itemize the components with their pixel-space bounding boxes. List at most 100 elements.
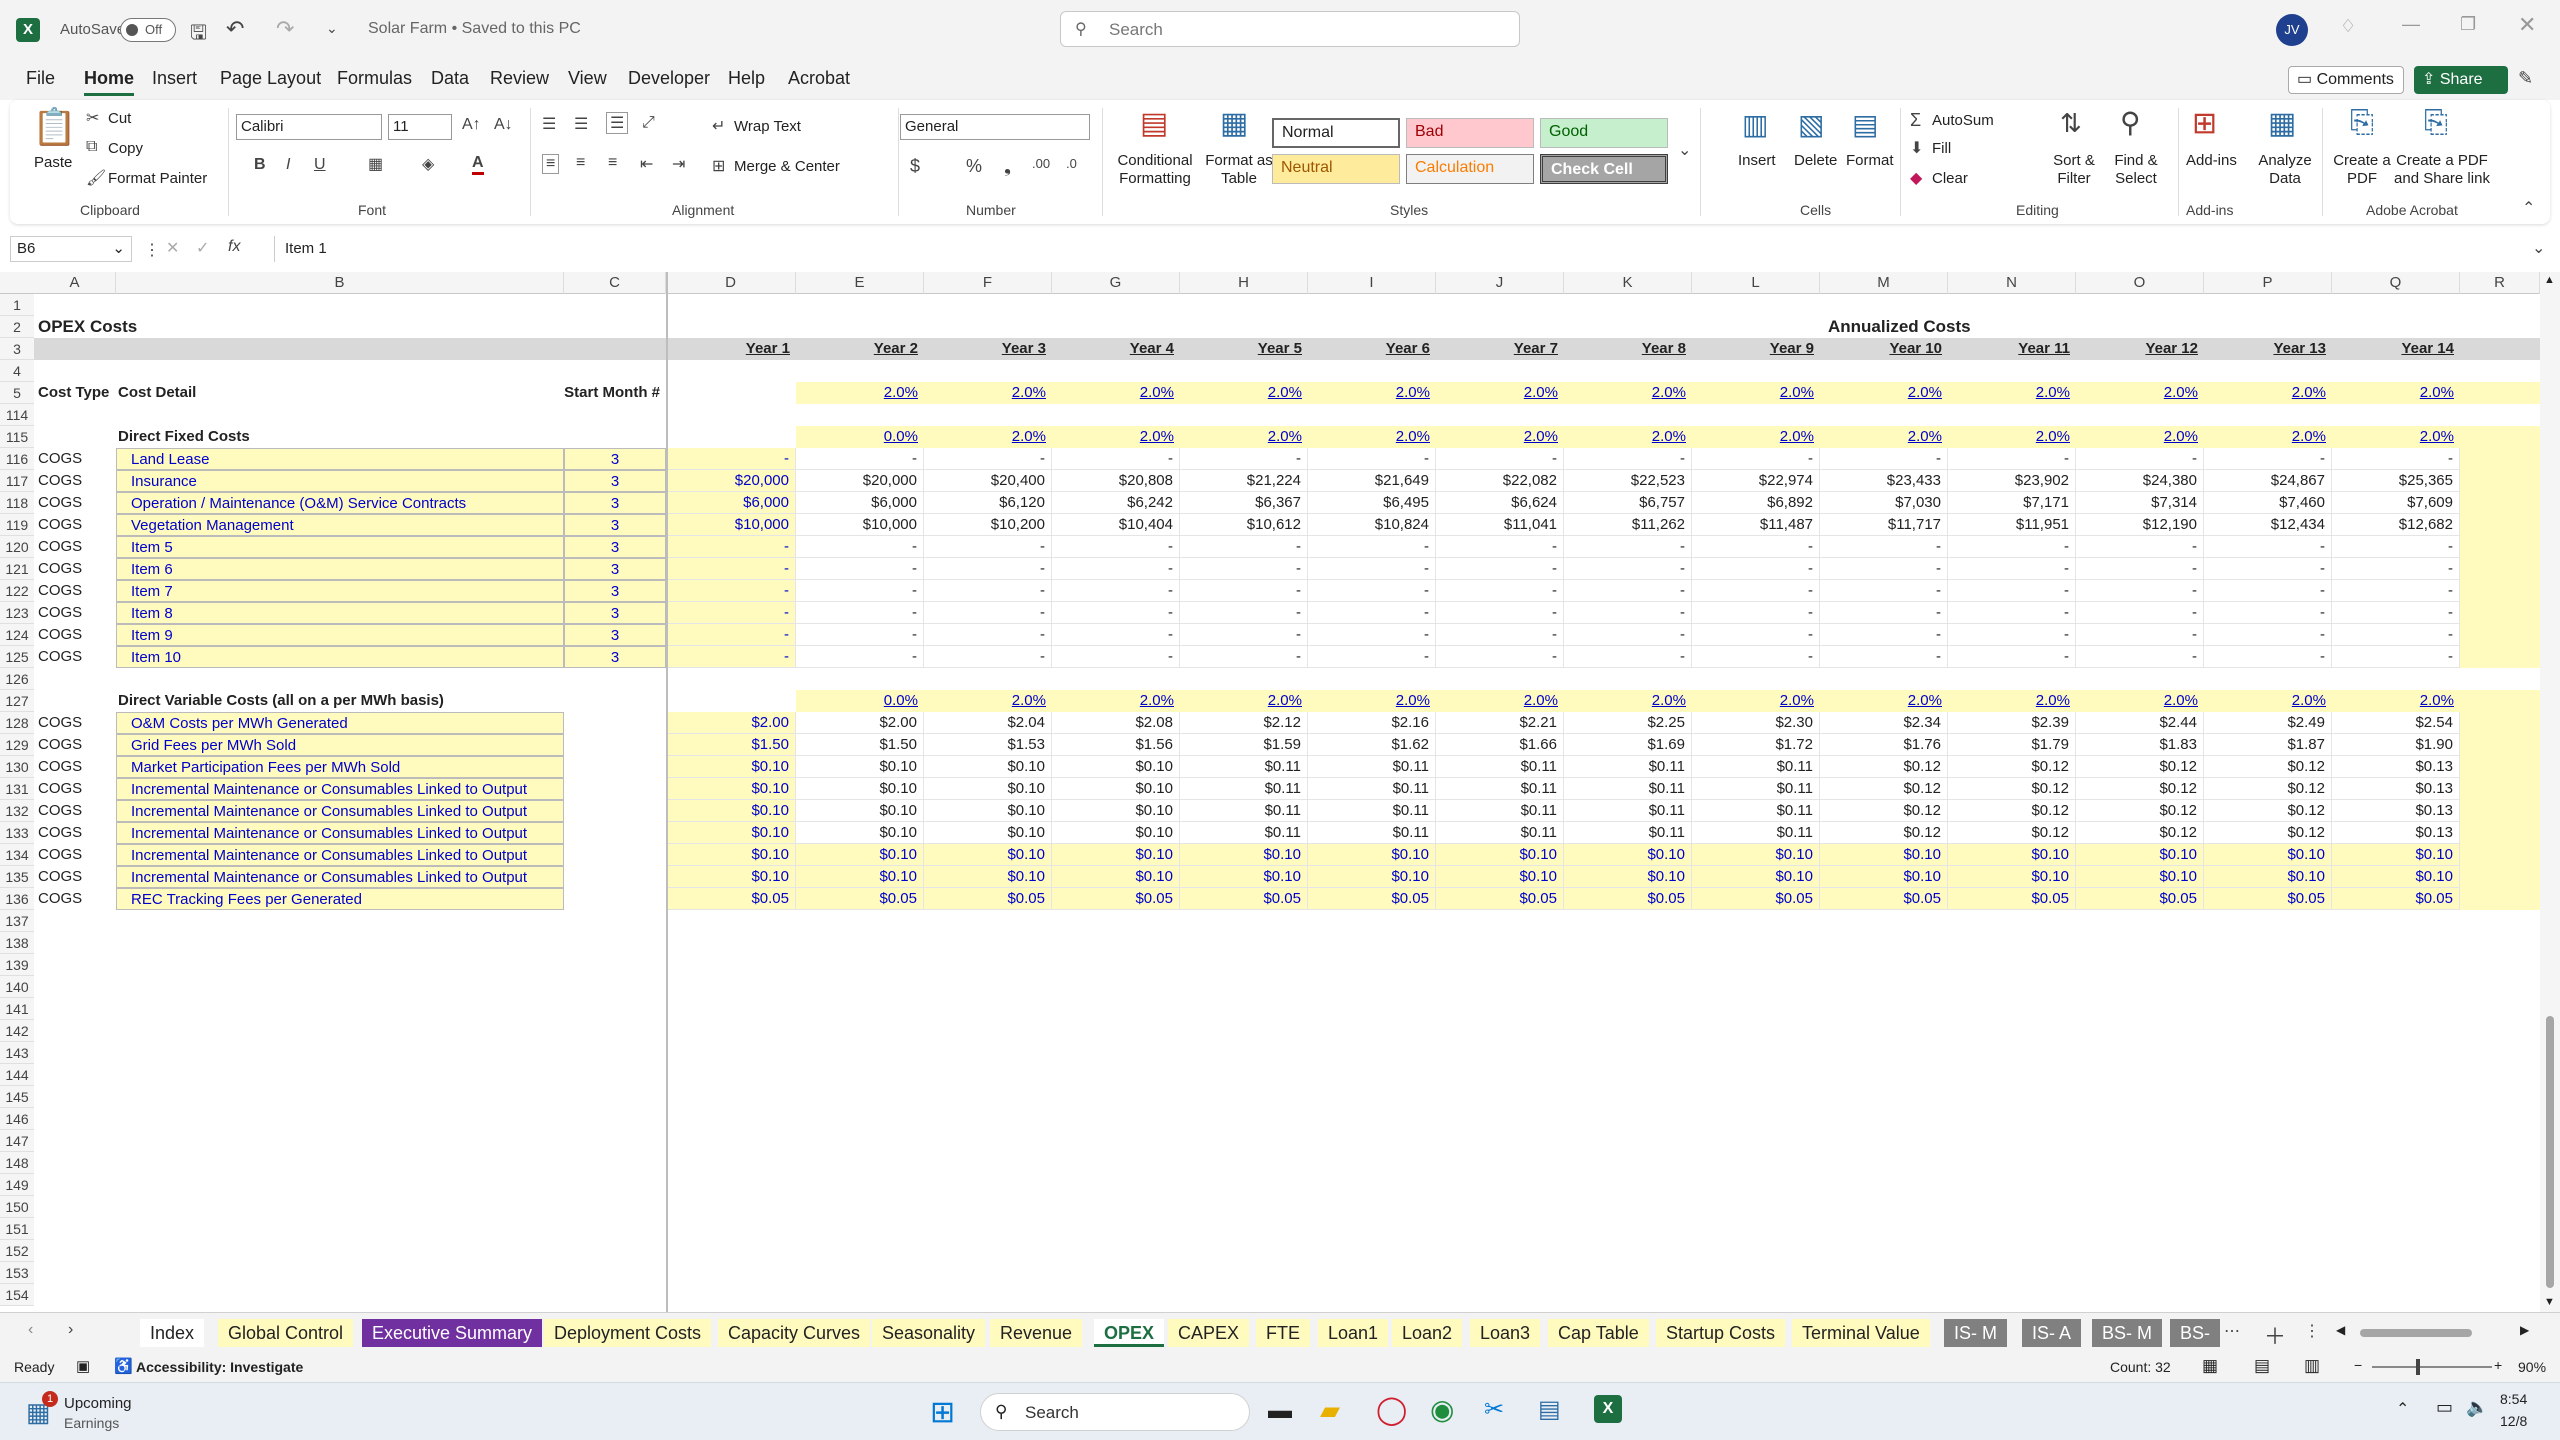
vertical-scroll-thumb[interactable] — [2546, 1016, 2554, 1288]
cost-value[interactable]: $0.12 — [1820, 800, 1948, 822]
cost-value[interactable]: $1.56 — [1052, 734, 1180, 756]
sheet-tab[interactable]: IS- A — [2022, 1319, 2082, 1347]
year-header[interactable]: Year 11 — [1948, 338, 2076, 360]
cost-value[interactable]: $0.10 — [796, 822, 924, 844]
cost-value[interactable]: $0.11 — [1180, 778, 1308, 800]
cost-value[interactable]: - — [1436, 602, 1564, 624]
file-explorer-icon[interactable]: ▰ — [1320, 1395, 1340, 1426]
insert-cells-icon[interactable]: ▥ — [1742, 108, 1768, 141]
row-header[interactable]: 147 — [0, 1130, 34, 1152]
cost-value[interactable]: $0.10 — [1052, 800, 1180, 822]
cost-type[interactable]: COGS — [34, 536, 116, 558]
tab-home[interactable]: Home — [84, 68, 135, 96]
cost-value[interactable]: $0.10 — [1308, 844, 1436, 866]
cost-value[interactable]: $0.05 — [1436, 888, 1564, 910]
year-header[interactable]: Year 4 — [1052, 338, 1180, 360]
growth-rate[interactable]: 0.0% — [796, 426, 924, 448]
cost-value[interactable]: - — [1436, 558, 1564, 580]
cost-value[interactable]: $0.12 — [1948, 778, 2076, 800]
cost-value[interactable]: $10,824 — [1308, 514, 1436, 536]
tab-formulas[interactable]: Formulas — [337, 68, 412, 89]
growth-rate[interactable]: 2.0% — [924, 426, 1052, 448]
currency-icon[interactable]: $ — [910, 156, 920, 177]
growth-rate[interactable]: 2.0% — [2332, 690, 2460, 712]
row-header[interactable]: 151 — [0, 1218, 34, 1240]
column-header[interactable]: R — [2460, 272, 2540, 294]
clear-button[interactable]: Clear — [1932, 170, 1968, 187]
cost-value[interactable]: $0.12 — [2076, 778, 2204, 800]
cost-value[interactable]: $11,041 — [1436, 514, 1564, 536]
cost-value[interactable]: $12,190 — [2076, 514, 2204, 536]
cost-value[interactable]: $0.12 — [1948, 756, 2076, 778]
align-left-icon[interactable]: ≡ — [542, 154, 560, 174]
styles-more-icon[interactable]: ⌄ — [1678, 140, 1691, 160]
cell-fill[interactable] — [2460, 712, 2540, 734]
cost-value[interactable]: $10,404 — [1052, 514, 1180, 536]
zoom-level[interactable]: 90% — [2518, 1359, 2546, 1375]
taskbar-search[interactable]: ⚲ Search — [980, 1393, 1250, 1431]
comma-icon[interactable]: ❟ — [1004, 156, 1011, 177]
cost-detail[interactable]: Item 9 — [116, 624, 564, 646]
copy-icon[interactable]: ⧉ — [86, 138, 97, 156]
cost-value[interactable]: $25,365 — [2332, 470, 2460, 492]
growth-rate[interactable]: 2.0% — [1564, 426, 1692, 448]
cost-value[interactable]: - — [796, 646, 924, 668]
cost-value[interactable]: $11,262 — [1564, 514, 1692, 536]
accessibility-icon[interactable]: ♿ — [114, 1357, 133, 1375]
italic-icon[interactable]: I — [286, 156, 290, 174]
cost-value[interactable]: $0.05 — [924, 888, 1052, 910]
style-good[interactable]: Good — [1540, 118, 1668, 148]
growth-rate[interactable]: 2.0% — [2076, 690, 2204, 712]
row-header[interactable]: 130 — [0, 756, 34, 778]
cell-fill[interactable] — [2460, 844, 2540, 866]
cost-value[interactable]: $0.12 — [2204, 800, 2332, 822]
align-right-icon[interactable]: ≡ — [608, 154, 617, 172]
growth-rate[interactable]: 2.0% — [2076, 426, 2204, 448]
cost-type[interactable]: COGS — [34, 888, 116, 910]
growth-rate[interactable]: 2.0% — [1948, 382, 2076, 404]
cost-value[interactable]: - — [1308, 646, 1436, 668]
cost-value[interactable]: $2.30 — [1692, 712, 1820, 734]
growth-rate[interactable]: 2.0% — [1180, 382, 1308, 404]
cost-value[interactable]: - — [2332, 558, 2460, 580]
cost-value[interactable]: - — [2204, 646, 2332, 668]
growth-rate[interactable]: 2.0% — [1052, 690, 1180, 712]
cost-value[interactable]: $0.10 — [1180, 866, 1308, 888]
row-header[interactable]: 140 — [0, 976, 34, 998]
cost-value[interactable]: - — [1180, 558, 1308, 580]
growth-rate[interactable]: 2.0% — [2204, 690, 2332, 712]
sheet-tab[interactable]: BS- M — [2092, 1319, 2163, 1347]
row-header[interactable]: 148 — [0, 1152, 34, 1174]
style-normal[interactable]: Normal — [1272, 118, 1400, 148]
cost-value[interactable]: $22,082 — [1436, 470, 1564, 492]
cost-value[interactable]: - — [666, 448, 796, 470]
cost-value[interactable]: - — [1948, 624, 2076, 646]
cost-value[interactable]: - — [1820, 558, 1948, 580]
row-header[interactable]: 121 — [0, 558, 34, 580]
network-icon[interactable]: ▭ — [2436, 1397, 2453, 1418]
style-bad[interactable]: Bad — [1406, 118, 1534, 148]
clock-date[interactable]: 12/8 — [2500, 1413, 2527, 1429]
variable-costs-title[interactable]: Direct Variable Costs (all on a per MWh … — [116, 690, 564, 712]
year-header[interactable]: Year 3 — [924, 338, 1052, 360]
fill-icon[interactable]: ⬇ — [1910, 138, 1923, 158]
cost-value[interactable]: - — [1692, 624, 1820, 646]
cost-value[interactable]: - — [666, 624, 796, 646]
cost-value[interactable]: $0.13 — [2332, 778, 2460, 800]
cost-value[interactable]: - — [2204, 602, 2332, 624]
cost-value[interactable]: $0.05 — [1052, 888, 1180, 910]
start-month[interactable]: 3 — [564, 624, 666, 646]
undo-icon[interactable]: ↶ — [226, 16, 244, 42]
excel-taskbar-icon[interactable]: X — [1594, 1395, 1622, 1423]
cost-value[interactable]: $11,717 — [1820, 514, 1948, 536]
cost-value[interactable]: - — [924, 536, 1052, 558]
cost-value[interactable]: $11,487 — [1692, 514, 1820, 536]
row-header[interactable]: 123 — [0, 602, 34, 624]
analyze-data-button[interactable]: Analyze Data — [2256, 152, 2314, 188]
cost-value[interactable]: $0.10 — [924, 844, 1052, 866]
row-header[interactable]: 1 — [0, 294, 34, 316]
cost-value[interactable]: $0.10 — [1052, 844, 1180, 866]
sheet-tab[interactable]: Revenue — [990, 1319, 1083, 1347]
share-button[interactable]: ⇪ Share — [2414, 66, 2508, 94]
cell-fill[interactable] — [2460, 580, 2540, 602]
